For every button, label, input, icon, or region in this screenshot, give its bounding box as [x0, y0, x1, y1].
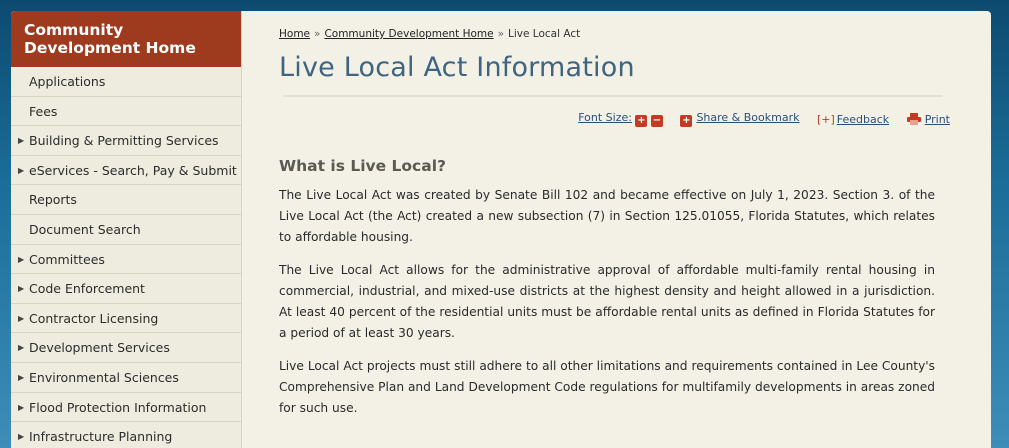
breadcrumb-home-link[interactable]: Home	[279, 28, 310, 40]
feedback-link[interactable]: Feedback	[837, 113, 889, 126]
sidebar-header-link[interactable]: Community Development Home	[11, 11, 241, 67]
sidebar-item-label: eServices - Search, Pay & Submit	[29, 162, 237, 178]
sidebar-item-code-enforcement[interactable]: ▶ Code Enforcement	[11, 274, 241, 304]
sidebar-item-flood-protection-information[interactable]: ▶ Flood Protection Information	[11, 393, 241, 423]
feedback: [+] Feedback	[817, 113, 889, 126]
sidebar-item-label: Code Enforcement	[29, 281, 145, 297]
share-plus-icon[interactable]: +	[680, 115, 693, 127]
sidebar-item-label: Document Search	[29, 221, 141, 237]
share-bookmark: + Share & Bookmark	[680, 111, 799, 127]
sidebar-item-reports[interactable]: Reports	[11, 185, 241, 215]
breadcrumb-current: Live Local Act	[508, 28, 581, 40]
sidebar-list: Applications Fees ▶ Building & Permitting S…	[11, 67, 241, 448]
content-paragraph: The Live Local Act allows for the admini…	[279, 263, 935, 340]
page-title: Live Local Act Information	[279, 52, 635, 83]
caret-right-icon: ▶	[18, 343, 25, 353]
sidebar: Community Development Home Applications F…	[11, 11, 242, 448]
sidebar-item-label: Contractor Licensing	[29, 310, 159, 326]
sidebar-item-label: Environmental Sciences	[29, 369, 179, 385]
sidebar-item-label: Applications	[29, 74, 106, 89]
sidebar-item-infrastructure-planning[interactable]: ▶ Infrastructure Planning	[11, 422, 241, 448]
sidebar-item-label: Development Services	[29, 340, 170, 356]
breadcrumb-separator: »	[497, 28, 505, 40]
sidebar-item-contractor-licensing[interactable]: ▶ Contractor Licensing	[11, 304, 241, 334]
section-heading: What is Live Local?	[279, 157, 447, 175]
sidebar-item-fees[interactable]: Fees	[11, 97, 241, 127]
breadcrumb-separator: »	[314, 28, 321, 40]
page-frame: Community Development Home Applications F…	[11, 11, 991, 448]
printer-icon[interactable]	[906, 112, 921, 125]
caret-right-icon: ▶	[18, 313, 25, 323]
feedback-bracket-icon: [+]	[816, 112, 835, 126]
sidebar-item-environmental-sciences[interactable]: ▶ Environmental Sciences	[11, 363, 241, 393]
font-size-label[interactable]: Font Size:	[578, 111, 632, 124]
breadcrumb-parent-link[interactable]: Community Development Home	[324, 28, 493, 40]
sidebar-item-building-permitting-services[interactable]: ▶ Building & Permitting Services	[11, 126, 241, 156]
caret-right-icon: ▶	[18, 372, 25, 382]
font-size-control: Font Size: + −	[578, 111, 663, 127]
content-paragraph: The Live Local Act was created by Senate…	[279, 188, 935, 244]
sidebar-item-document-search[interactable]: Document Search	[11, 215, 241, 245]
title-divider	[283, 95, 943, 97]
caret-right-icon: ▶	[18, 432, 25, 442]
font-increase-icon[interactable]: +	[635, 115, 648, 127]
sidebar-item-label: Reports	[29, 192, 77, 208]
caret-right-icon: ▶	[18, 254, 25, 264]
sidebar-item-committees[interactable]: ▶ Committees	[11, 245, 241, 275]
share-bookmark-link[interactable]: Share & Bookmark	[696, 111, 799, 124]
sidebar-item-label: Building & Permitting Services	[29, 133, 219, 149]
sidebar-item-eservices-search-pay-submit[interactable]: ▶ eServices - Search, Pay & Submit	[11, 156, 241, 186]
main-content: Home» Community Development Home» Live Loc…	[279, 11, 955, 419]
page-toolbar: Font Size: + − + Share & Bookmark [+] Feed…	[279, 111, 955, 127]
print-link[interactable]: Print	[925, 113, 950, 126]
caret-right-icon: ▶	[18, 136, 25, 146]
font-decrease-icon[interactable]: −	[650, 115, 663, 127]
sidebar-item-development-services[interactable]: ▶ Development Services	[11, 333, 241, 363]
sidebar-item-label: Flood Protection Information	[29, 399, 207, 415]
sidebar-item-label: Infrastructure Planning	[29, 429, 173, 445]
caret-right-icon: ▶	[18, 402, 25, 412]
caret-right-icon: ▶	[18, 165, 25, 175]
sidebar-item-label: Committees	[29, 251, 105, 267]
print: Print	[906, 112, 950, 126]
caret-right-icon: ▶	[18, 284, 25, 294]
breadcrumb: Home» Community Development Home» Live Loc…	[279, 28, 955, 40]
sidebar-item-applications[interactable]: Applications	[11, 67, 241, 97]
content-paragraph: Live Local Act projects must still adher…	[279, 359, 935, 415]
sidebar-item-label: Fees	[29, 103, 58, 119]
